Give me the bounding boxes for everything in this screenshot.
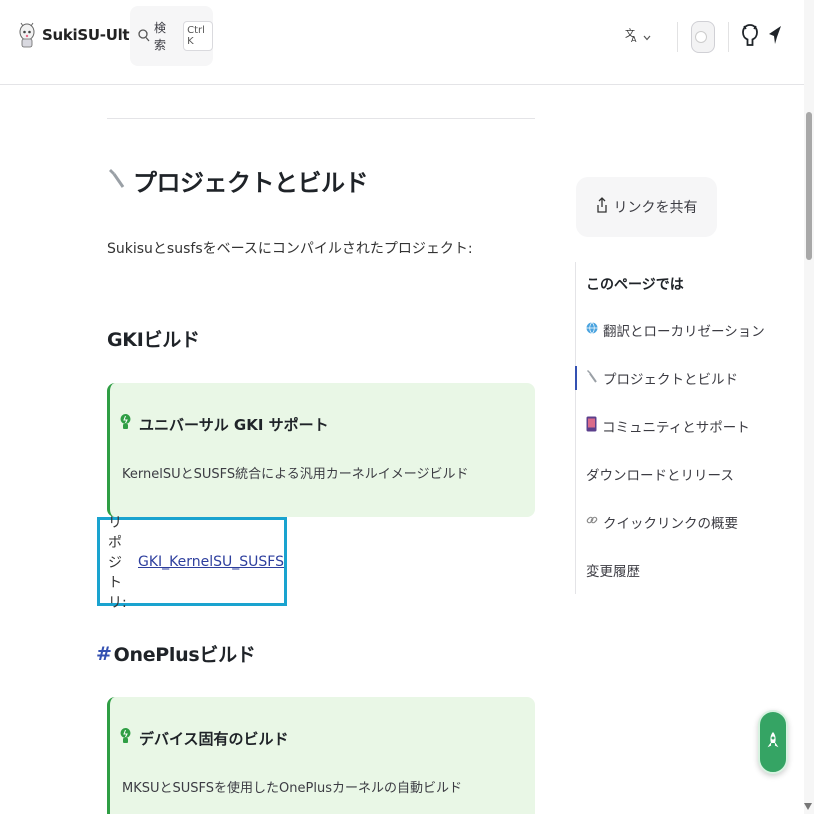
intro-text: Sukisuとsusfsをベースにコンパイルされたプロジェクト: (107, 241, 473, 257)
globe-icon (586, 322, 598, 338)
lightbulb-icon (120, 727, 131, 749)
tip-description: KernelSUとSUSFS統合による汎用カーネルイメージビルド (122, 467, 469, 482)
repository-label: リポジトリ: (108, 514, 127, 611)
search-button[interactable]: 検索 Ctrl K (130, 6, 213, 66)
github-icon[interactable] (742, 24, 758, 50)
logo-icon (18, 22, 36, 48)
share-label: リンクを共有 (613, 200, 698, 216)
search-icon (138, 27, 150, 46)
divider (728, 22, 729, 52)
rocket-icon (766, 731, 780, 753)
search-shortcut-kbd: Ctrl K (183, 21, 213, 51)
toc-item-community[interactable]: コミュニティとサポート (586, 416, 750, 436)
divider (677, 22, 678, 52)
toc-item-translation[interactable]: 翻訳とローカリゼーション (586, 320, 765, 340)
link-icon (586, 514, 598, 530)
floating-action-button[interactable] (758, 710, 788, 774)
toc-active-marker (575, 366, 577, 390)
search-label: 検索 (154, 21, 167, 52)
toc-title: このページでは (586, 277, 684, 293)
wrench-icon (586, 369, 598, 387)
section-title: プロジェクトとビルド (133, 169, 369, 197)
toc-item-label: プロジェクトとビルド (603, 372, 738, 388)
page-scrollbar[interactable] (804, 0, 814, 814)
scrollbar-thumb[interactable] (806, 112, 812, 260)
section-heading: プロジェクトとビルド (107, 163, 369, 198)
toc-item-downloads[interactable]: ダウンロードとリリース (586, 464, 734, 484)
toc-item-projects[interactable]: プロジェクトとビルド (586, 368, 738, 388)
phone-icon (586, 416, 597, 436)
toc-item-changelog[interactable]: 変更履歴 (586, 560, 640, 580)
toc-item-label: クイックリンクの概要 (603, 516, 738, 532)
tip-description: MKSUとSUSFSを使用したOnePlusカーネルの自動ビルド (122, 781, 462, 796)
scroll-down-arrow[interactable] (804, 803, 812, 810)
tip-callout-gki: ユニバーサル GKI サポート KernelSUとSUSFS統合による汎用カーネ… (107, 383, 535, 517)
chevron-down-icon (643, 30, 651, 45)
share-link-button[interactable]: リンクを共有 (576, 177, 717, 237)
content-divider (107, 118, 535, 119)
toc-item-quicklinks[interactable]: クイックリンクの概要 (586, 512, 738, 532)
theme-toggle[interactable] (691, 21, 715, 53)
tip-title: デバイス固有のビルド (139, 729, 289, 748)
top-navbar: SukiSU-Ultra 検索 Ctrl K 文A (0, 0, 804, 85)
telegram-icon[interactable] (768, 25, 782, 49)
toc-item-label: ダウンロードとリリース (586, 468, 734, 484)
toc-item-label: 翻訳とローカリゼーション (603, 324, 765, 340)
toc-item-label: コミュニティとサポート (602, 420, 750, 436)
sun-icon (695, 31, 707, 43)
gki-heading: GKIビルド (107, 329, 200, 351)
tip-title: ユニバーサル GKI サポート (139, 415, 329, 434)
svg-text:A: A (631, 35, 637, 43)
translate-icon: 文A (625, 27, 639, 47)
tip-callout-oneplus: デバイス固有のビルド MKSUとSUSFSを使用したOnePlusカーネルの自動… (107, 697, 535, 814)
wrench-icon (107, 166, 127, 196)
repository-line: リポジトリ: GKI_KernelSU_SUSFS (97, 515, 287, 611)
heading-anchor[interactable]: # (96, 643, 112, 665)
site-logo-link[interactable]: SukiSU-Ultra (18, 22, 147, 48)
language-switcher[interactable]: 文A (625, 27, 651, 47)
lightbulb-icon (120, 413, 131, 435)
table-of-contents: このページでは 翻訳とローカリゼーション プロジェクトとビルド コミュニティとサ… (575, 262, 765, 594)
share-icon (596, 197, 608, 217)
oneplus-heading: # OnePlusビルド (96, 640, 256, 667)
toc-item-label: 変更履歴 (586, 564, 640, 580)
oneplus-heading-text: OnePlusビルド (113, 644, 256, 666)
repository-link[interactable]: GKI_KernelSU_SUSFS (138, 554, 284, 570)
